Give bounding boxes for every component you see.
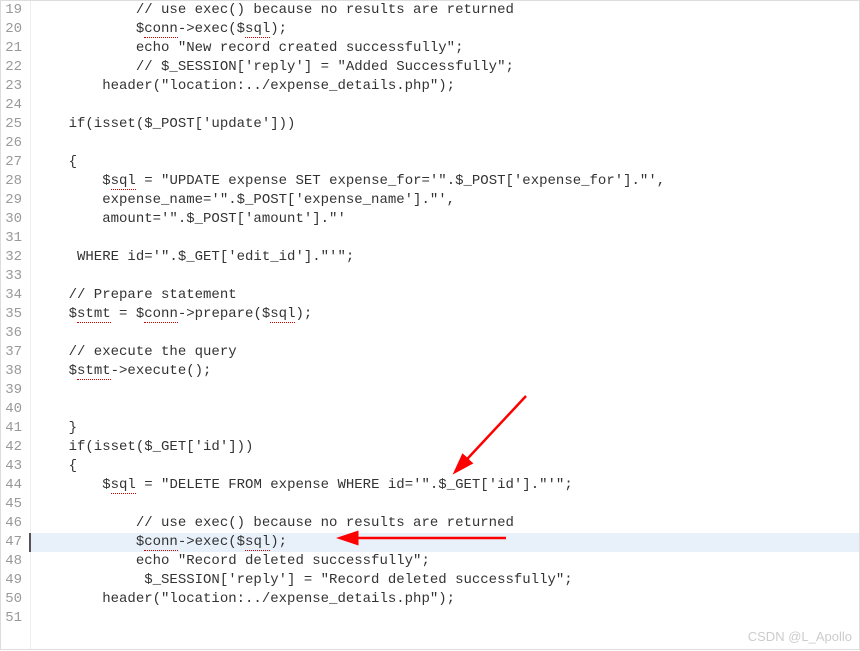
code-line[interactable] — [31, 267, 859, 286]
line-number: 34 — [5, 286, 22, 305]
line-number: 40 — [5, 400, 22, 419]
code-line[interactable]: // use exec() because no results are ret… — [31, 514, 859, 533]
line-number: 20 — [5, 20, 22, 39]
line-number: 47 — [5, 533, 22, 552]
watermark: CSDN @L_Apollo — [748, 629, 852, 644]
code-line[interactable] — [31, 96, 859, 115]
code-line[interactable]: header("location:../expense_details.php"… — [31, 77, 859, 96]
code-line[interactable] — [31, 134, 859, 153]
line-number: 50 — [5, 590, 22, 609]
code-line[interactable]: expense_name='".$_POST['expense_name']."… — [31, 191, 859, 210]
line-number: 30 — [5, 210, 22, 229]
code-line[interactable]: { — [31, 457, 859, 476]
line-number: 28 — [5, 172, 22, 191]
line-number: 46 — [5, 514, 22, 533]
code-line[interactable]: $conn->exec($sql); — [29, 533, 859, 552]
code-line[interactable]: $stmt = $conn->prepare($sql); — [31, 305, 859, 324]
code-line[interactable]: if(isset($_GET['id'])) — [31, 438, 859, 457]
line-number: 23 — [5, 77, 22, 96]
code-line[interactable]: $_SESSION['reply'] = "Record deleted suc… — [31, 571, 859, 590]
line-number: 49 — [5, 571, 22, 590]
code-line[interactable]: } — [31, 419, 859, 438]
code-editor[interactable]: 1920212223242526272829303132333435363738… — [0, 0, 860, 650]
line-number: 22 — [5, 58, 22, 77]
line-number: 29 — [5, 191, 22, 210]
line-number: 26 — [5, 134, 22, 153]
line-number: 44 — [5, 476, 22, 495]
code-line[interactable]: echo "Record deleted successfully"; — [31, 552, 859, 571]
code-line[interactable]: // execute the query — [31, 343, 859, 362]
code-line[interactable]: // use exec() because no results are ret… — [31, 1, 859, 20]
line-number: 48 — [5, 552, 22, 571]
code-line[interactable] — [31, 495, 859, 514]
code-line[interactable]: amount='".$_POST['amount']."' — [31, 210, 859, 229]
code-line[interactable] — [31, 400, 859, 419]
code-line[interactable] — [31, 324, 859, 343]
code-line[interactable]: { — [31, 153, 859, 172]
code-line[interactable]: $stmt->execute(); — [31, 362, 859, 381]
code-line[interactable] — [31, 229, 859, 248]
line-number: 37 — [5, 343, 22, 362]
line-number: 39 — [5, 381, 22, 400]
code-line[interactable]: // $_SESSION['reply'] = "Added Successfu… — [31, 58, 859, 77]
line-number: 32 — [5, 248, 22, 267]
code-line[interactable]: // Prepare statement — [31, 286, 859, 305]
line-number: 19 — [5, 1, 22, 20]
line-number: 25 — [5, 115, 22, 134]
line-number: 33 — [5, 267, 22, 286]
code-line[interactable]: $conn->exec($sql); — [31, 20, 859, 39]
line-number: 27 — [5, 153, 22, 172]
code-line[interactable]: $sql = "DELETE FROM expense WHERE id='".… — [31, 476, 859, 495]
code-line[interactable]: WHERE id='".$_GET['edit_id']."'"; — [31, 248, 859, 267]
code-line[interactable] — [31, 381, 859, 400]
line-number: 42 — [5, 438, 22, 457]
line-number: 41 — [5, 419, 22, 438]
code-line[interactable]: echo "New record created successfully"; — [31, 39, 859, 58]
line-number: 24 — [5, 96, 22, 115]
line-number: 31 — [5, 229, 22, 248]
line-number: 35 — [5, 305, 22, 324]
line-number: 45 — [5, 495, 22, 514]
line-number: 21 — [5, 39, 22, 58]
code-line[interactable]: $sql = "UPDATE expense SET expense_for='… — [31, 172, 859, 191]
line-number: 36 — [5, 324, 22, 343]
line-number: 38 — [5, 362, 22, 381]
line-number-gutter: 1920212223242526272829303132333435363738… — [1, 1, 31, 649]
code-line[interactable] — [31, 609, 859, 628]
code-line[interactable]: header("location:../expense_details.php"… — [31, 590, 859, 609]
line-number: 51 — [5, 609, 22, 628]
code-line[interactable]: if(isset($_POST['update'])) — [31, 115, 859, 134]
line-number: 43 — [5, 457, 22, 476]
code-area[interactable]: // use exec() because no results are ret… — [31, 1, 859, 649]
